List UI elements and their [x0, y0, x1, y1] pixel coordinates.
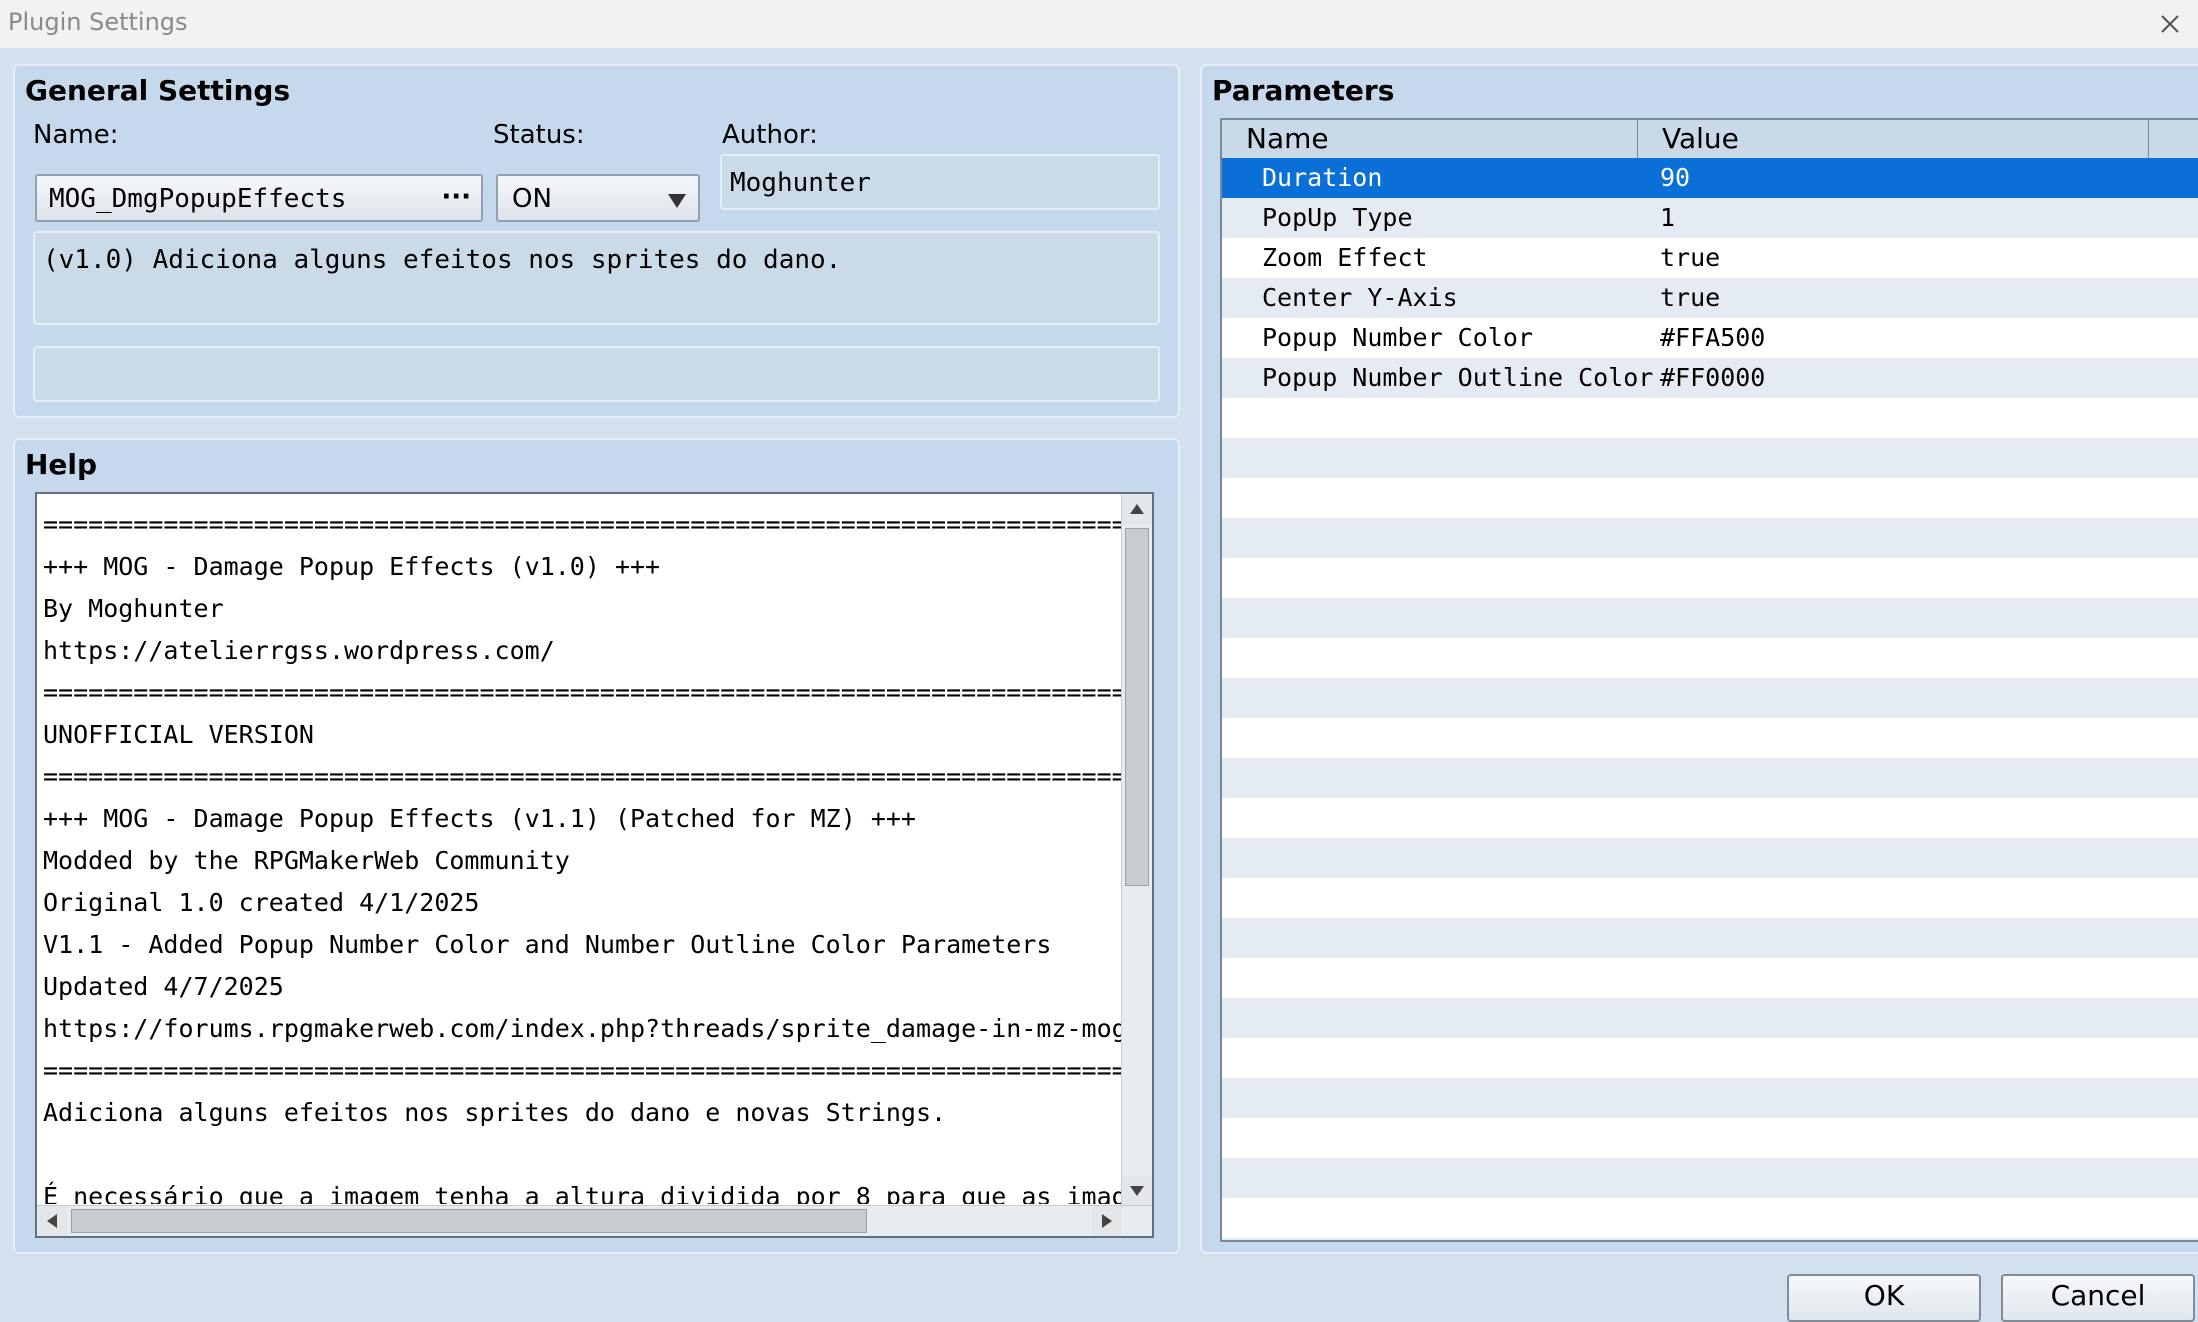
help-line: ========================================…	[43, 678, 1124, 707]
table-row[interactable]: PopUp Type 1	[1222, 198, 2198, 238]
help-line: V1.1 - Added Popup Number Color and Numb…	[43, 930, 1052, 959]
param-name-cell: Center Y-Axis	[1262, 283, 1458, 312]
help-line: Modded by the RPGMakerWeb Community	[43, 846, 570, 875]
help-heading: Help	[25, 448, 98, 481]
vertical-scrollbar[interactable]	[1121, 494, 1152, 1206]
table-row[interactable]	[1222, 758, 2198, 798]
scroll-up-icon[interactable]	[1122, 494, 1152, 524]
param-value-cell: #FFA500	[1660, 323, 1766, 352]
name-value: MOG_DmgPopupEffects	[49, 184, 347, 214]
close-icon[interactable]	[2150, 4, 2190, 44]
param-value-cell: #FF0000	[1660, 363, 1766, 392]
parameters-heading: Parameters	[1212, 74, 1395, 107]
table-row[interactable]	[1222, 1118, 2198, 1158]
help-line: https://atelierrgss.wordpress.com/	[43, 636, 555, 665]
table-row[interactable]	[1222, 478, 2198, 518]
param-name-cell: Popup Number Color	[1262, 323, 1533, 352]
help-line: Adiciona alguns efeitos nos sprites do d…	[43, 1098, 947, 1127]
table-row[interactable]: Duration 90	[1222, 158, 2198, 198]
general-settings-panel: General Settings Name: MOG_DmgPopupEffec…	[13, 64, 1180, 418]
author-label: Author:	[722, 120, 818, 150]
general-settings-heading: General Settings	[25, 74, 291, 107]
parameters-panel: Parameters Name Value Duration 90 PopUp Ty…	[1200, 64, 2198, 1254]
table-row[interactable]	[1222, 438, 2198, 478]
status-label: Status:	[493, 120, 585, 150]
help-line	[43, 1134, 1124, 1176]
table-row[interactable]	[1222, 878, 2198, 918]
table-row[interactable]: Center Y-Axis true	[1222, 278, 2198, 318]
chevron-down-icon[interactable]	[668, 194, 686, 208]
name-label: Name:	[33, 120, 119, 150]
help-line: +++ MOG - Damage Popup Effects (v1.1) (P…	[43, 804, 916, 833]
table-row[interactable]: Popup Number Outline Color #FF0000	[1222, 358, 2198, 398]
extra-field[interactable]	[33, 346, 1160, 402]
cancel-button[interactable]: Cancel	[2001, 1274, 2195, 1322]
param-value-cell: true	[1660, 283, 1721, 312]
table-row[interactable]	[1222, 1038, 2198, 1078]
help-panel: Help ===================================…	[13, 438, 1180, 1254]
help-line: É necessário que a imagem tenha a altura…	[43, 1182, 1124, 1204]
table-row[interactable]	[1222, 798, 2198, 838]
status-select[interactable]: ON	[496, 174, 700, 222]
table-row[interactable]	[1222, 1198, 2198, 1238]
help-line: https://forums.rpgmakerweb.com/index.php…	[43, 1014, 1124, 1043]
help-line: ========================================…	[43, 762, 1124, 791]
table-row[interactable]: Zoom Effect true	[1222, 238, 2198, 278]
table-row[interactable]	[1222, 1238, 2198, 1240]
table-body: Duration 90 PopUp Type 1 Zoom Effect true Cent…	[1222, 158, 2198, 1240]
table-row[interactable]	[1222, 838, 2198, 878]
table-row[interactable]	[1222, 958, 2198, 998]
table-row[interactable]	[1222, 918, 2198, 958]
scroll-right-icon[interactable]	[1092, 1206, 1122, 1236]
help-line: ========================================…	[43, 1056, 1124, 1085]
table-row[interactable]	[1222, 638, 2198, 678]
parameters-table[interactable]: Name Value Duration 90 PopUp Type 1 Zoom Eff…	[1220, 118, 2198, 1242]
vertical-scroll-thumb[interactable]	[1125, 528, 1149, 886]
param-name-cell: Popup Number Outline Color	[1262, 363, 1654, 392]
help-text: ========================================…	[43, 504, 1124, 1204]
help-line: ========================================…	[43, 510, 1124, 539]
table-row[interactable]	[1222, 518, 2198, 558]
table-row[interactable]	[1222, 678, 2198, 718]
help-line: By Moghunter	[43, 594, 224, 623]
help-line: +++ MOG - Damage Popup Effects (v1.0) ++…	[43, 552, 661, 581]
help-line: Updated 4/7/2025	[43, 972, 284, 1001]
param-name-cell: Duration	[1262, 163, 1383, 192]
browse-button[interactable]: ···	[441, 182, 471, 212]
author-field[interactable]: Moghunter	[720, 154, 1160, 210]
description-field[interactable]: (v1.0) Adiciona alguns efeitos nos sprit…	[33, 231, 1160, 325]
table-row[interactable]	[1222, 1158, 2198, 1198]
table-row[interactable]	[1222, 598, 2198, 638]
table-row[interactable]	[1222, 1078, 2198, 1118]
param-value-cell: true	[1660, 243, 1721, 272]
name-field[interactable]: MOG_DmgPopupEffects ···	[35, 174, 483, 222]
column-header-value[interactable]: Value	[1638, 120, 2149, 158]
help-line: Original 1.0 created 4/1/2025	[43, 888, 480, 917]
window-title: Plugin Settings	[8, 8, 188, 36]
table-row[interactable]	[1222, 398, 2198, 438]
scroll-down-icon[interactable]	[1122, 1176, 1152, 1206]
scroll-left-icon[interactable]	[37, 1206, 67, 1236]
param-value-cell: 1	[1660, 203, 1676, 232]
table-row[interactable]	[1222, 718, 2198, 758]
table-header: Name Value	[1222, 120, 2198, 159]
param-name-cell: Zoom Effect	[1262, 243, 1428, 272]
author-value: Moghunter	[730, 168, 871, 198]
param-value-cell: 90	[1660, 163, 1691, 192]
description-text: (v1.0) Adiciona alguns efeitos nos sprit…	[43, 245, 842, 275]
column-header-name[interactable]: Name	[1222, 120, 1638, 158]
help-line: UNOFFICIAL VERSION	[43, 720, 314, 749]
horizontal-scrollbar[interactable]	[37, 1205, 1152, 1236]
param-name-cell: PopUp Type	[1262, 203, 1413, 232]
ok-button[interactable]: OK	[1787, 1274, 1981, 1322]
horizontal-scroll-thumb[interactable]	[71, 1209, 867, 1233]
status-value: ON	[512, 184, 552, 214]
table-row[interactable]	[1222, 998, 2198, 1038]
table-row[interactable]: Popup Number Color #FFA500	[1222, 318, 2198, 358]
title-bar: Plugin Settings	[0, 0, 2198, 48]
help-text-area[interactable]: ========================================…	[35, 492, 1154, 1238]
table-row[interactable]	[1222, 558, 2198, 598]
